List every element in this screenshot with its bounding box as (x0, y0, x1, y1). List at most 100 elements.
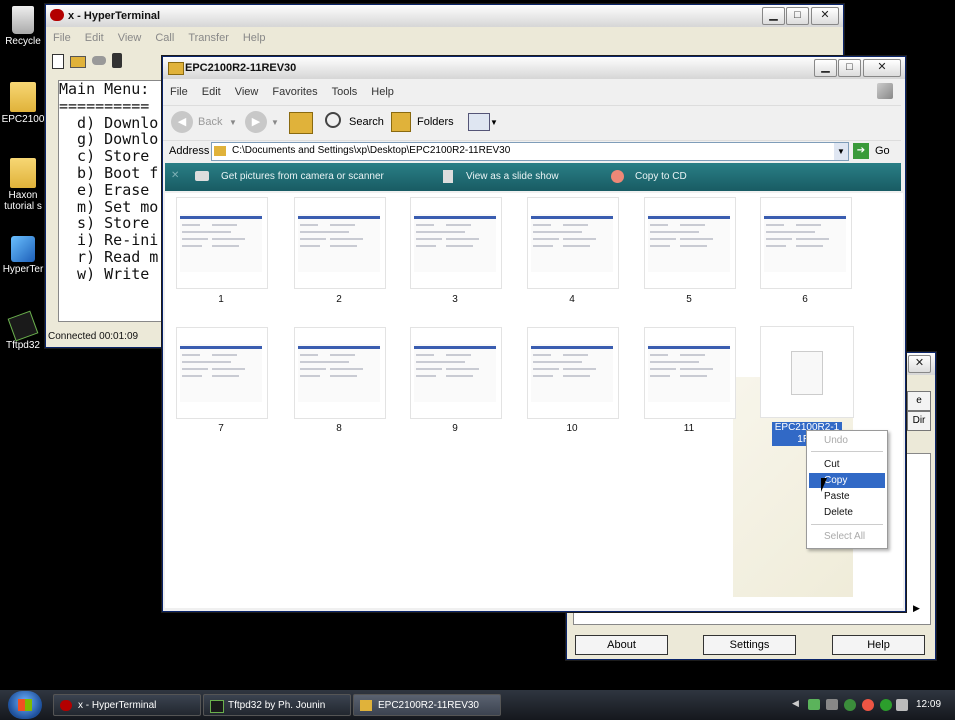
phone-icon[interactable] (92, 56, 106, 65)
terminal-screen[interactable]: Main Menu: ========== d) Downlo g) Downl… (58, 80, 172, 322)
menu-edit[interactable]: Edit (78, 29, 111, 44)
views-icon[interactable] (468, 113, 490, 131)
taskbar-item-explorer[interactable]: EPC2100R2-11REV30 (353, 694, 501, 716)
thumbnail-item[interactable] (527, 197, 619, 289)
connect-icon[interactable] (112, 53, 122, 68)
tftpd-partial-button-1[interactable]: e (907, 391, 931, 411)
desktop-icon-haxon[interactable]: Haxon tutorial s (0, 158, 46, 212)
terminal-line: w) Write (59, 264, 150, 283)
thumbnail-item[interactable] (644, 197, 736, 289)
folder-icon (10, 158, 36, 188)
thumbnail-text-line (446, 231, 465, 233)
menu-tools[interactable]: Tools (325, 83, 365, 98)
desktop-icon-hyperterminal[interactable]: HyperTer (0, 236, 46, 275)
thumbnail-item[interactable] (760, 197, 852, 289)
thumbnail-item[interactable] (527, 327, 619, 419)
scroll-right-icon[interactable]: ▶ (913, 603, 920, 614)
about-button[interactable]: About (575, 635, 668, 655)
start-button[interactable] (8, 691, 42, 719)
desktop-icon-tftpd32[interactable]: Tftpd32 (0, 310, 46, 351)
tray-shield-icon[interactable] (844, 699, 856, 711)
menu-edit[interactable]: Edit (195, 83, 228, 98)
thumbnail-item[interactable] (294, 327, 386, 419)
close-button[interactable]: ✕ (863, 59, 901, 77)
tray-sync-icon[interactable] (880, 699, 892, 711)
thumbnail-item[interactable] (294, 197, 386, 289)
thumbnail-text-line (446, 224, 471, 226)
minimize-button[interactable]: ▁ (814, 59, 837, 77)
folders-button[interactable]: Folders (391, 110, 455, 134)
thumbnail-item[interactable] (176, 327, 268, 419)
address-dropdown-icon[interactable]: ▼ (834, 143, 848, 160)
tray-app-icon[interactable] (826, 699, 838, 710)
up-folder-icon[interactable] (289, 112, 313, 134)
menu-file[interactable]: File (46, 29, 78, 44)
minimize-icon: ▁ (769, 9, 778, 21)
thumbnail-item[interactable] (410, 197, 502, 289)
settings-button[interactable]: Settings (703, 635, 796, 655)
selected-file[interactable] (760, 326, 854, 418)
thumbnail-text-line (416, 224, 434, 226)
thumbnail-text-line (766, 231, 798, 233)
clock[interactable]: 12:09 (916, 699, 941, 710)
menu-item-select-all[interactable]: Select All (809, 529, 885, 544)
new-connection-icon[interactable] (52, 54, 64, 69)
tftpd-partial-button-2[interactable]: Dir (907, 411, 931, 431)
menu-item-cut[interactable]: Cut (809, 457, 885, 472)
thumbnail-preview (531, 214, 613, 272)
menu-separator (811, 451, 883, 452)
task-get-pictures[interactable]: Get pictures from camera or scanner (221, 171, 384, 182)
menu-item-delete[interactable]: Delete (809, 505, 885, 520)
close-button[interactable]: ✕ (811, 7, 839, 25)
task-copy-to-cd[interactable]: Copy to CD (635, 171, 687, 182)
forward-dropdown-icon[interactable]: ▼ (271, 118, 279, 127)
tftpd32-icon (210, 700, 224, 713)
volume-icon[interactable] (896, 699, 908, 711)
tray-arrow-icon[interactable]: ◀ (792, 698, 799, 709)
back-button[interactable]: ◀ Back (171, 110, 231, 134)
views-dropdown-icon[interactable]: ▼ (490, 118, 498, 127)
menu-call[interactable]: Call (148, 29, 181, 44)
desktop-icon-recycle[interactable]: Recycle (0, 6, 46, 47)
maximize-button[interactable]: □ (786, 7, 809, 25)
menu-help[interactable]: Help (364, 83, 401, 98)
search-button[interactable]: Search (323, 110, 384, 134)
thumbnail-item[interactable] (410, 327, 502, 419)
open-icon[interactable] (70, 56, 86, 68)
menu-favorites[interactable]: Favorites (265, 83, 324, 98)
maximize-button[interactable]: □ (838, 59, 861, 77)
thumbnail-text-line (563, 231, 582, 233)
desktop-icon-label: tutorial s (4, 201, 42, 212)
network-icon[interactable] (808, 699, 820, 710)
menu-view[interactable]: View (111, 29, 149, 44)
hyperterminal-icon (60, 700, 72, 711)
thumbnail-item[interactable] (176, 197, 268, 289)
search-icon (325, 112, 341, 128)
taskbar-item-tftpd32[interactable]: Tftpd32 by Ph. Jounin (203, 694, 351, 716)
close-icon[interactable]: ✕ (171, 170, 179, 181)
thumbnail-text-line (533, 368, 559, 370)
menu-item-undo[interactable]: Undo (809, 433, 885, 448)
address-input[interactable]: C:\Documents and Settings\xp\Desktop\EPC… (211, 142, 849, 161)
taskbar-item-hyperterminal[interactable]: x - HyperTerminal (53, 694, 201, 716)
thumbnail-text-line (796, 231, 815, 233)
thumbnail-preview (648, 344, 730, 402)
tray-flag-icon[interactable] (862, 699, 874, 711)
forward-button[interactable]: ▶ (245, 111, 267, 133)
thumbnail-item[interactable] (644, 327, 736, 419)
menu-file[interactable]: File (163, 83, 195, 98)
thumbnail-text-line (182, 238, 208, 240)
back-dropdown-icon[interactable]: ▼ (229, 118, 237, 127)
menu-transfer[interactable]: Transfer (181, 29, 236, 44)
window-title: EPC2100R2-11REV30 (185, 62, 297, 74)
desktop-icon-epc2100[interactable]: EPC2100 (0, 82, 46, 125)
minimize-button[interactable]: ▁ (762, 7, 785, 25)
thumbnail-text-line (416, 375, 436, 377)
go-button[interactable]: ➔ Go (853, 142, 897, 160)
tftpd32-close-button[interactable]: ✕ (908, 355, 931, 373)
help-button[interactable]: Help (832, 635, 925, 655)
menu-view[interactable]: View (228, 83, 266, 98)
thumbnail-text-line (446, 238, 479, 240)
task-slide-show[interactable]: View as a slide show (466, 171, 559, 182)
menu-help[interactable]: Help (236, 29, 273, 44)
